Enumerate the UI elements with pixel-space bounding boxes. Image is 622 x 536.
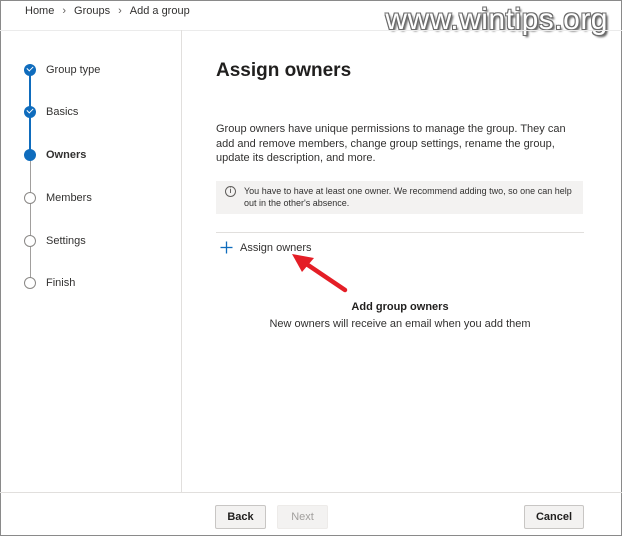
step-label: Finish (46, 277, 76, 289)
watermark: www.wintips.org (385, 3, 608, 36)
info-message-text: You have to have at least one owner. We … (244, 186, 572, 208)
info-icon: i (225, 186, 236, 197)
chevron-right-icon: › (62, 5, 67, 17)
checkmark-icon (24, 64, 36, 76)
empty-state-title: Add group owners (351, 301, 449, 313)
annotation-arrow-icon (292, 254, 348, 293)
chevron-right-icon: › (118, 5, 122, 17)
empty-circle-icon (24, 235, 36, 247)
cancel-button[interactable]: Cancel (524, 505, 584, 529)
step-label: Members (46, 192, 92, 204)
page-description: Group owners have unique permissions to … (216, 123, 566, 164)
empty-circle-icon (24, 277, 36, 289)
step-members: Members (24, 188, 164, 208)
step-settings: Settings (24, 231, 164, 251)
section-divider (216, 232, 584, 233)
footer-divider (0, 492, 622, 493)
breadcrumb: Home › Groups › Add a group (25, 5, 190, 17)
plus-icon (220, 241, 233, 254)
step-label: Basics (46, 106, 79, 118)
step-owners[interactable]: Owners (24, 145, 164, 165)
step-label: Group type (46, 64, 101, 76)
sidebar-divider (181, 30, 182, 492)
next-button: Next (277, 505, 328, 529)
empty-circle-icon (24, 192, 36, 204)
step-finish: Finish (24, 273, 164, 293)
breadcrumb-add-a-group: Add a group (129, 5, 190, 17)
breadcrumb-groups[interactable]: Groups (74, 5, 110, 17)
header-divider (0, 30, 622, 31)
step-basics[interactable]: Basics (24, 102, 164, 122)
page-title: Assign owners (216, 60, 352, 81)
step-label: Settings (46, 235, 86, 247)
back-button[interactable]: Back (215, 505, 266, 529)
empty-state-subtitle: New owners will receive an email when yo… (269, 318, 531, 330)
step-label: Owners (46, 149, 87, 161)
step-group-type[interactable]: Group type (24, 60, 164, 80)
info-message-bar: i You have to have at least one owner. W… (216, 181, 583, 214)
breadcrumb-home[interactable]: Home (25, 5, 54, 17)
checkmark-icon (24, 106, 36, 118)
current-step-dot-icon (24, 149, 36, 161)
